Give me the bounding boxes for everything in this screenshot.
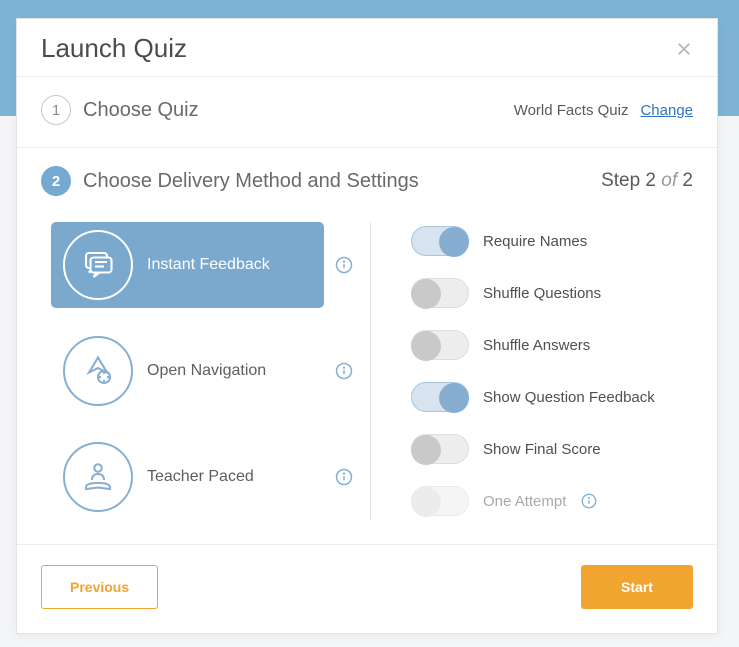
step-1-label: Choose Quiz [83, 99, 199, 122]
info-icon[interactable] [334, 467, 354, 487]
launch-quiz-modal: Launch Quiz 1 Choose Quiz World Facts Qu… [16, 18, 718, 634]
step-2-label: Choose Delivery Method and Settings [83, 170, 419, 193]
settings-column: Require Names Shuffle Questions Shuffle … [371, 222, 693, 520]
setting-shuffle-questions: Shuffle Questions [411, 278, 693, 308]
label-show-feedback: Show Question Feedback [483, 389, 655, 406]
label-shuffle-questions: Shuffle Questions [483, 285, 601, 302]
setting-shuffle-answers: Shuffle Answers [411, 330, 693, 360]
label-show-score: Show Final Score [483, 441, 601, 458]
step-2-section-header: 2 Choose Delivery Method and Settings St… [17, 148, 717, 196]
label-shuffle-answers: Shuffle Answers [483, 337, 590, 354]
info-icon[interactable] [334, 255, 354, 275]
delivery-teacher-paced[interactable]: Teacher Paced [51, 434, 324, 520]
step-counter-suffix: 2 [677, 170, 693, 191]
toggle-shuffle-questions[interactable] [411, 278, 469, 308]
start-button[interactable]: Start [581, 565, 693, 609]
delivery-row-open-nav: Open Navigation [51, 328, 354, 414]
delivery-method-column: Instant Feedback [51, 222, 371, 520]
setting-show-score: Show Final Score [411, 434, 693, 464]
step-1-section: 1 Choose Quiz World Facts Quiz Change [17, 77, 717, 148]
close-icon[interactable] [675, 40, 693, 58]
delivery-row-instant: Instant Feedback [51, 222, 354, 308]
setting-show-feedback: Show Question Feedback [411, 382, 693, 412]
info-icon[interactable] [334, 361, 354, 381]
step-counter: Step 2 of 2 [601, 170, 693, 192]
setting-one-attempt: One Attempt [411, 486, 693, 516]
delivery-instant-label: Instant Feedback [147, 256, 270, 274]
step-2-number: 2 [41, 166, 71, 196]
toggle-one-attempt [411, 486, 469, 516]
teacher-paced-icon [63, 442, 133, 512]
delivery-row-teacher: Teacher Paced [51, 434, 354, 520]
step-2-content: Instant Feedback [17, 196, 717, 545]
delivery-open-navigation[interactable]: Open Navigation [51, 328, 324, 414]
step-1-number: 1 [41, 95, 71, 125]
setting-require-names: Require Names [411, 226, 693, 256]
step-counter-prefix: Step 2 [601, 170, 661, 191]
previous-button[interactable]: Previous [41, 565, 158, 609]
feedback-icon [63, 230, 133, 300]
label-require-names: Require Names [483, 233, 587, 250]
modal-title: Launch Quiz [41, 33, 187, 64]
change-quiz-link[interactable]: Change [640, 102, 693, 119]
step-counter-of: of [661, 170, 677, 191]
label-one-attempt: One Attempt [483, 493, 566, 510]
toggle-show-feedback[interactable] [411, 382, 469, 412]
selected-quiz-name: World Facts Quiz [514, 102, 629, 119]
open-navigation-icon [63, 336, 133, 406]
toggle-shuffle-answers[interactable] [411, 330, 469, 360]
delivery-teacher-label: Teacher Paced [147, 468, 254, 486]
toggle-show-score[interactable] [411, 434, 469, 464]
modal-footer: Previous Start [17, 545, 717, 633]
info-icon[interactable] [580, 492, 598, 510]
modal-header: Launch Quiz [17, 19, 717, 77]
toggle-require-names[interactable] [411, 226, 469, 256]
delivery-instant-feedback[interactable]: Instant Feedback [51, 222, 324, 308]
delivery-open-nav-label: Open Navigation [147, 362, 266, 380]
